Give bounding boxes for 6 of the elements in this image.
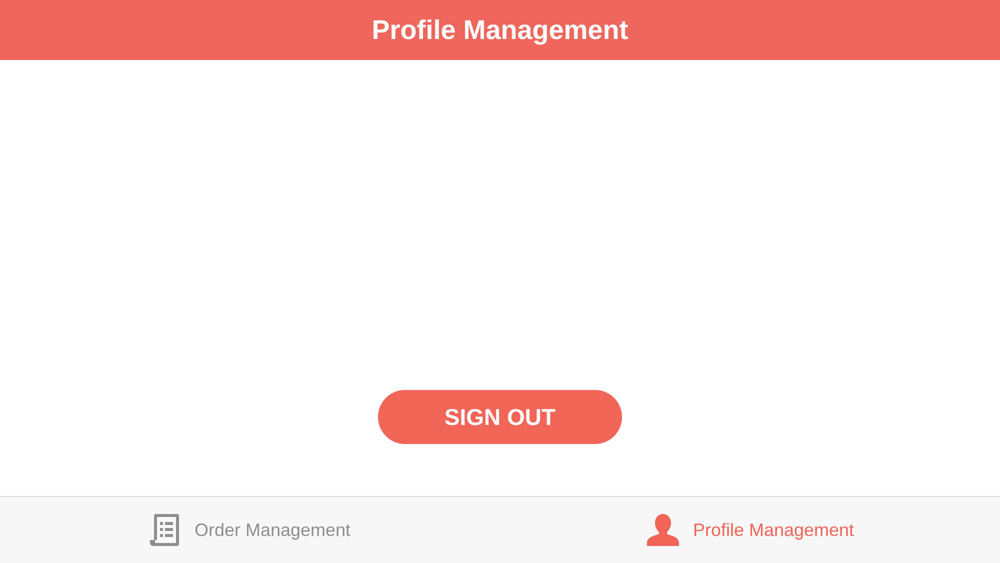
page-title: Profile Management (372, 14, 628, 46)
document-icon (149, 513, 182, 547)
tab[interactable]: Profile Management (500, 497, 1000, 563)
person-icon (646, 513, 680, 547)
sign-out-button[interactable]: SIGN OUT (378, 390, 622, 444)
tab[interactable]: Order Management (0, 497, 500, 563)
